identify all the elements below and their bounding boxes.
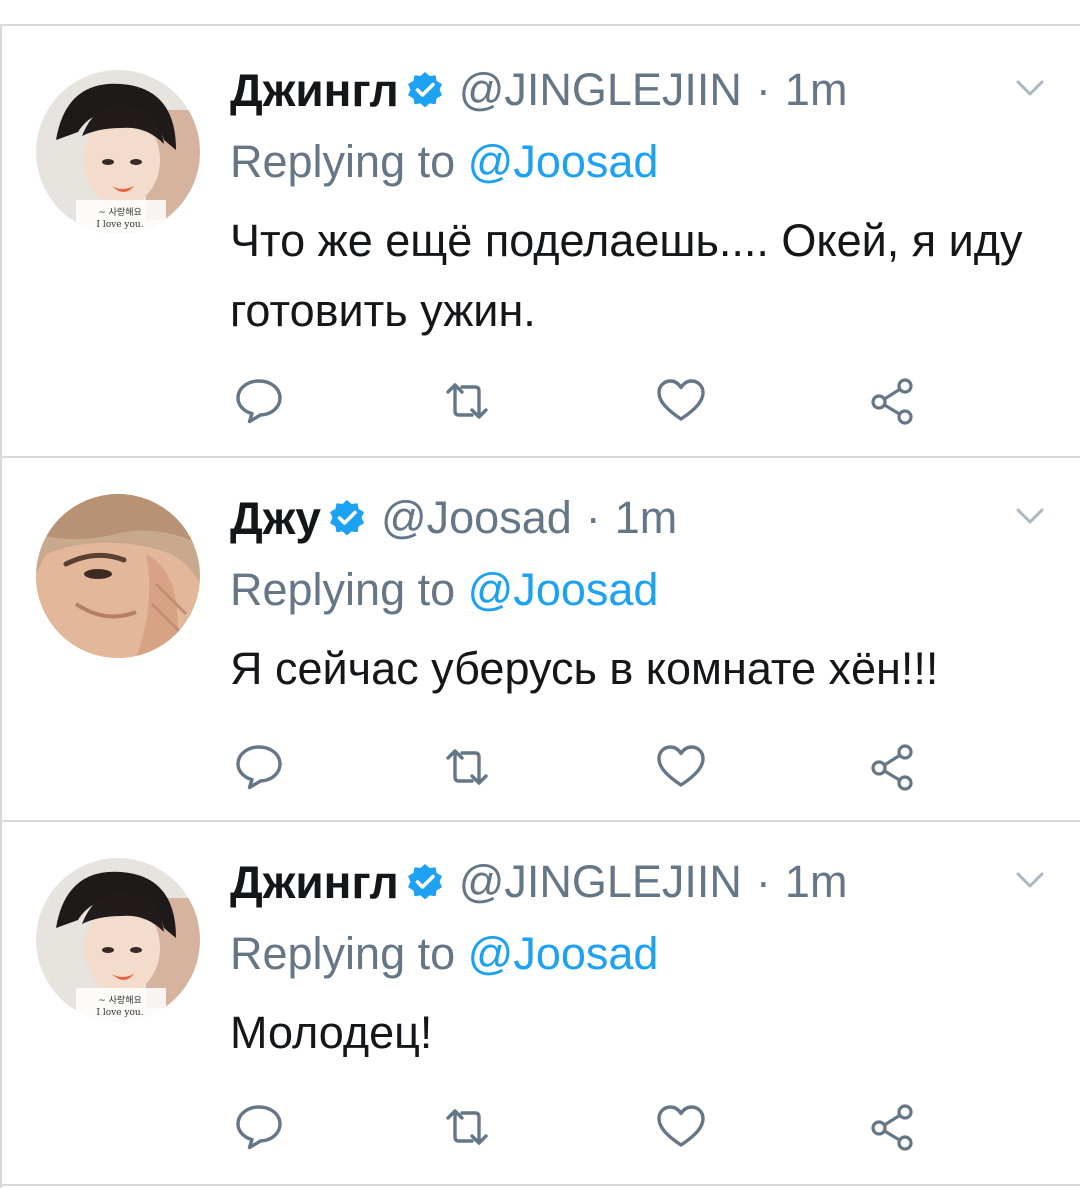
verified-badge-icon xyxy=(405,70,445,110)
heart-icon[interactable] xyxy=(654,740,708,794)
replying-to-line: Replying to @Joosad xyxy=(230,136,658,188)
heart-icon[interactable] xyxy=(654,374,708,428)
tweet-header: Джу @Joosad · 1m xyxy=(230,488,677,548)
tweet-text: Что же ещё поделаешь.... Окей, я иду гот… xyxy=(230,215,1023,336)
replying-to-label: Replying to xyxy=(230,564,456,615)
retweet-icon[interactable] xyxy=(440,740,494,794)
handle[interactable]: @Joosad xyxy=(381,492,572,544)
tweet[interactable]: Джу @Joosad · 1m Replying to @Joosad Я с… xyxy=(0,458,1080,822)
avatar[interactable]: ~ 사랑해요 I love you. xyxy=(36,858,200,1022)
display-name[interactable]: Джу xyxy=(230,491,321,545)
timestamp[interactable]: 1m xyxy=(785,856,848,908)
share-icon[interactable] xyxy=(866,374,920,428)
reply-target-link[interactable]: @Joosad xyxy=(468,136,659,187)
separator-dot: · xyxy=(755,64,771,115)
avatar[interactable]: ~ 사랑해요 I love you. xyxy=(36,70,200,234)
reply-target-link[interactable]: @Joosad xyxy=(468,928,659,979)
svg-text:~ 사랑해요: ~ 사랑해요 xyxy=(98,994,142,1006)
timestamp[interactable]: 1m xyxy=(785,64,848,116)
replying-to-line: Replying to @Joosad xyxy=(230,564,658,616)
separator-dot: · xyxy=(585,492,601,543)
chevron-down-icon[interactable] xyxy=(1010,860,1050,900)
reply-icon[interactable] xyxy=(232,740,286,794)
tweet[interactable]: ~ 사랑해요 I love you. Джингл @JINGLEJIIN · … xyxy=(0,26,1080,458)
chevron-down-icon[interactable] xyxy=(1010,496,1050,536)
reply-icon[interactable] xyxy=(232,1100,286,1154)
replying-to-label: Replying to xyxy=(230,136,456,187)
handle[interactable]: @JINGLEJIIN xyxy=(459,64,742,116)
retweet-icon[interactable] xyxy=(440,1100,494,1154)
tweet-text: Молодец! xyxy=(230,1007,433,1058)
share-icon[interactable] xyxy=(866,740,920,794)
tweet-divider xyxy=(0,1184,1080,1186)
replying-to-line: Replying to @Joosad xyxy=(230,928,658,980)
tweet-header: Джингл @JINGLEJIIN · 1m xyxy=(230,60,847,120)
verified-badge-icon xyxy=(405,862,445,902)
display-name[interactable]: Джингл xyxy=(230,855,399,909)
replying-to-label: Replying to xyxy=(230,928,456,979)
handle[interactable]: @JINGLEJIIN xyxy=(459,856,742,908)
verified-badge-icon xyxy=(327,498,367,538)
tweet-text: Я сейчас уберусь в комнате хён!!! xyxy=(230,643,939,694)
avatar[interactable] xyxy=(36,494,200,658)
heart-icon[interactable] xyxy=(654,1100,708,1154)
display-name[interactable]: Джингл xyxy=(230,63,399,117)
share-icon[interactable] xyxy=(866,1100,920,1154)
reply-icon[interactable] xyxy=(232,374,286,428)
svg-text:I love you.: I love you. xyxy=(96,1008,143,1018)
retweet-icon[interactable] xyxy=(440,374,494,428)
tweet-header: Джингл @JINGLEJIIN · 1m xyxy=(230,852,847,912)
separator-dot: · xyxy=(755,856,771,907)
timestamp[interactable]: 1m xyxy=(615,492,678,544)
chevron-down-icon[interactable] xyxy=(1010,68,1050,108)
svg-text:I love you.: I love you. xyxy=(96,220,143,230)
svg-text:~ 사랑해요: ~ 사랑해요 xyxy=(98,206,142,218)
tweet[interactable]: ~ 사랑해요 I love you. Джингл @JINGLEJIIN · … xyxy=(0,822,1080,1188)
reply-target-link[interactable]: @Joosad xyxy=(468,564,659,615)
